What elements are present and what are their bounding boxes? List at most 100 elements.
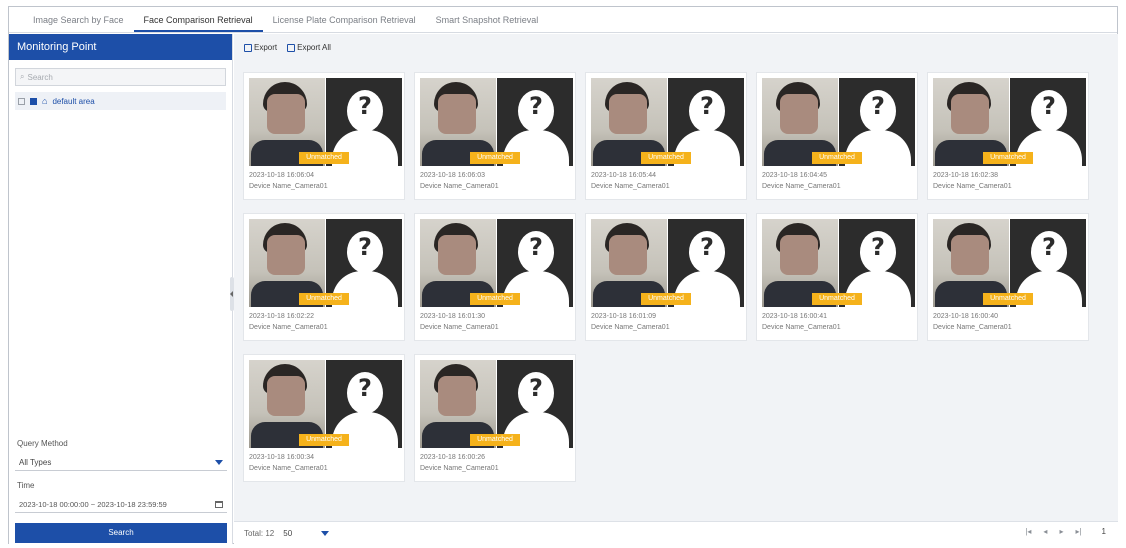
device-name: Device Name_Camera01 (762, 324, 841, 331)
results-panel: Export Export All ? Unmatched 2023-10-18 1… (234, 34, 1118, 544)
card-meta: 2023-10-18 16:00:41 Device Name_Camera01 (762, 311, 841, 333)
result-card[interactable]: ? Unmatched 2023-10-18 16:02:38 Device Name… (927, 72, 1089, 200)
result-card[interactable]: ? Unmatched 2023-10-18 16:05:44 Device Name… (585, 72, 747, 200)
tab-smart-snapshot-retrieval[interactable]: Smart Snapshot Retrieval (426, 15, 549, 32)
result-card[interactable]: ? Unmatched 2023-10-18 16:01:30 Device Name… (414, 213, 576, 341)
capture-time: 2023-10-18 16:01:09 (591, 313, 656, 320)
capture-time: 2023-10-18 16:00:40 (933, 313, 998, 320)
search-placeholder: Search (27, 72, 53, 82)
status-badge: Unmatched (983, 152, 1033, 164)
result-card[interactable]: ? Unmatched 2023-10-18 16:00:41 Device Name… (756, 213, 918, 341)
page-size-select[interactable]: 50 (280, 526, 332, 540)
export-label: Export (254, 43, 278, 52)
result-card[interactable]: ? Unmatched 2023-10-18 16:06:03 Device Name… (414, 72, 576, 200)
export-all-button[interactable]: Export All (287, 43, 331, 52)
time-range-value: 2023-10-18 00:00:00 ~ 2023-10-18 23:59:5… (19, 499, 167, 509)
tree-item-label: default area (52, 96, 95, 106)
result-card[interactable]: ? Unmatched 2023-10-18 16:06:04 Device Name… (243, 72, 405, 200)
first-page-button[interactable]: |◂ (1025, 527, 1031, 536)
device-name: Device Name_Camera01 (762, 183, 841, 190)
status-badge: Unmatched (470, 434, 520, 446)
device-name: Device Name_Camera01 (420, 183, 499, 190)
card-meta: 2023-10-18 16:02:22 Device Name_Camera01 (249, 311, 328, 333)
query-method-label: Query Method (17, 439, 68, 448)
card-meta: 2023-10-18 16:06:04 Device Name_Camera01 (249, 170, 328, 192)
card-meta: 2023-10-18 16:00:34 Device Name_Camera01 (249, 452, 328, 474)
device-name: Device Name_Camera01 (591, 324, 670, 331)
result-card[interactable]: ? Unmatched 2023-10-18 16:00:26 Device Name… (414, 354, 576, 482)
capture-time: 2023-10-18 16:02:22 (249, 313, 314, 320)
toolbar: Export Export All (244, 43, 331, 52)
time-range-picker[interactable]: 2023-10-18 00:00:00 ~ 2023-10-18 23:59:5… (15, 496, 227, 513)
device-name: Device Name_Camera01 (933, 183, 1012, 190)
capture-time: 2023-10-18 16:00:26 (420, 454, 485, 461)
current-page: 1 (1101, 527, 1106, 536)
checkbox-icon[interactable] (30, 97, 37, 105)
chevron-down-icon (215, 459, 223, 465)
page-size-value: 50 (283, 528, 293, 538)
capture-time: 2023-10-18 16:02:38 (933, 172, 998, 179)
card-meta: 2023-10-18 16:04:45 Device Name_Camera01 (762, 170, 841, 192)
capture-time: 2023-10-18 16:04:45 (762, 172, 827, 179)
tab-face-comparison-retrieval[interactable]: Face Comparison Retrieval (133, 15, 263, 32)
tab-license-plate-comparison[interactable]: License Plate Comparison Retrieval (263, 15, 426, 32)
card-meta: 2023-10-18 16:05:44 Device Name_Camera01 (591, 170, 670, 192)
device-name: Device Name_Camera01 (933, 324, 1012, 331)
pagination-bar: Total: 12 50 |◂ ◂ ▸ ▸| 1 (234, 521, 1118, 544)
device-name: Device Name_Camera01 (249, 183, 328, 190)
next-page-button[interactable]: ▸ (1059, 527, 1063, 536)
prev-page-button[interactable]: ◂ (1043, 527, 1047, 536)
result-card[interactable]: ? Unmatched 2023-10-18 16:01:09 Device Name… (585, 213, 747, 341)
capture-time: 2023-10-18 16:00:41 (762, 313, 827, 320)
capture-time: 2023-10-18 16:01:30 (420, 313, 485, 320)
status-badge: Unmatched (299, 152, 349, 164)
export-icon (287, 43, 296, 52)
card-meta: 2023-10-18 16:00:40 Device Name_Camera01 (933, 311, 1012, 333)
card-meta: 2023-10-18 16:02:38 Device Name_Camera01 (933, 170, 1012, 192)
status-badge: Unmatched (299, 293, 349, 305)
device-name: Device Name_Camera01 (249, 465, 328, 472)
query-method-value: All Types (19, 457, 52, 467)
search-input[interactable]: ⌕ Search (15, 68, 226, 86)
device-name: Device Name_Camera01 (249, 324, 328, 331)
export-all-label: Export All (297, 43, 331, 52)
card-meta: 2023-10-18 16:01:30 Device Name_Camera01 (420, 311, 499, 333)
result-card[interactable]: ? Unmatched 2023-10-18 16:00:40 Device Name… (927, 213, 1089, 341)
pager: |◂ ◂ ▸ ▸| 1 (1025, 527, 1106, 536)
status-badge: Unmatched (470, 293, 520, 305)
expand-toggle-icon[interactable] (18, 97, 25, 105)
status-badge: Unmatched (641, 152, 691, 164)
search-button[interactable]: Search (15, 523, 227, 543)
time-label: Time (17, 481, 35, 490)
query-method-select[interactable]: All Types (15, 454, 227, 471)
chevron-down-icon (321, 530, 330, 536)
capture-time: 2023-10-18 16:06:03 (420, 172, 485, 179)
tab-image-search-by-face[interactable]: Image Search by Face (23, 15, 134, 32)
device-name: Device Name_Camera01 (591, 183, 670, 190)
status-badge: Unmatched (641, 293, 691, 305)
result-card[interactable]: ? Unmatched 2023-10-18 16:00:34 Device Name… (243, 354, 405, 482)
sidebar-title: Monitoring Point (9, 34, 232, 60)
status-badge: Unmatched (470, 152, 520, 164)
card-meta: 2023-10-18 16:01:09 Device Name_Camera01 (591, 311, 670, 333)
app-window: Image Search by Face Face Comparison Ret… (8, 6, 1118, 544)
device-name: Device Name_Camera01 (420, 324, 499, 331)
status-badge: Unmatched (983, 293, 1033, 305)
search-icon: ⌕ (20, 72, 25, 81)
calendar-icon (215, 500, 223, 508)
status-badge: Unmatched (812, 152, 862, 164)
device-name: Device Name_Camera01 (420, 465, 499, 472)
capture-time: 2023-10-18 16:00:34 (249, 454, 314, 461)
total-count: Total: 12 (244, 528, 275, 538)
last-page-button[interactable]: ▸| (1075, 527, 1081, 536)
card-meta: 2023-10-18 16:00:26 Device Name_Camera01 (420, 452, 499, 474)
tree-item-default-area[interactable]: ⌂ default area (15, 92, 226, 110)
status-badge: Unmatched (812, 293, 862, 305)
status-badge: Unmatched (299, 434, 349, 446)
export-button[interactable]: Export (244, 43, 277, 52)
result-card[interactable]: ? Unmatched 2023-10-18 16:04:45 Device Name… (756, 72, 918, 200)
tab-bar: Image Search by Face Face Comparison Ret… (9, 7, 1117, 33)
card-meta: 2023-10-18 16:06:03 Device Name_Camera01 (420, 170, 499, 192)
result-card[interactable]: ? Unmatched 2023-10-18 16:02:22 Device Name… (243, 213, 405, 341)
capture-time: 2023-10-18 16:05:44 (591, 172, 656, 179)
